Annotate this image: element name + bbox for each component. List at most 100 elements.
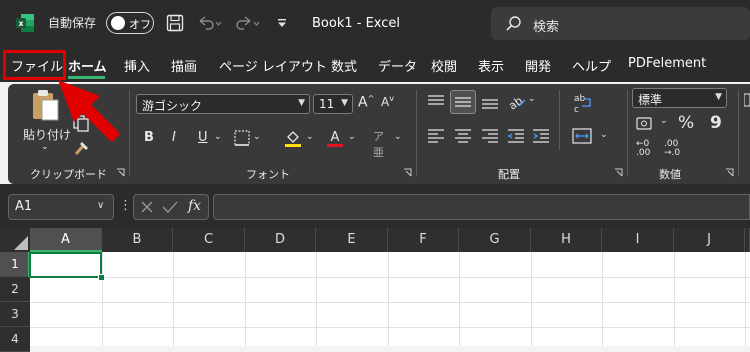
accounting-dropdown-icon[interactable]: ⌄	[660, 116, 668, 126]
redo-icon[interactable]	[234, 14, 260, 32]
font-color-icon[interactable]: A	[326, 128, 344, 148]
autosave-toggle[interactable]: オフ	[106, 12, 154, 34]
cancel-icon[interactable]	[140, 200, 154, 214]
increase-decimal-icon[interactable]: ←0.00	[636, 140, 650, 158]
column-header[interactable]: D	[245, 228, 316, 252]
number-launcher-icon[interactable]	[725, 168, 734, 177]
fill-color-dropdown-icon[interactable]: ⌄	[306, 132, 314, 142]
column-header[interactable]: A	[30, 228, 102, 252]
row-header[interactable]: 1	[0, 252, 30, 277]
tab-review[interactable]: 校閲	[431, 56, 457, 75]
italic-button[interactable]: I	[172, 130, 176, 145]
column-header[interactable]: B	[102, 228, 173, 252]
column-header[interactable]: H	[531, 228, 602, 252]
paste-dropdown-icon[interactable]: ⌄	[41, 142, 49, 152]
insert-function-button[interactable]: fx	[188, 198, 201, 214]
align-right-icon[interactable]	[481, 128, 499, 144]
active-cell-a1[interactable]	[29, 252, 102, 278]
row-header[interactable]: 4	[0, 327, 30, 352]
group-separator	[129, 90, 130, 176]
group-separator	[738, 90, 739, 176]
increase-font-size-icon[interactable]: A^	[358, 94, 374, 111]
search-placeholder: 検索	[533, 20, 560, 35]
worksheet-grid[interactable]: A B C D E F G H I J 1 2 3 4	[0, 228, 750, 352]
customize-quick-access-icon[interactable]	[276, 16, 288, 30]
title-bar: x 自動保存 オフ Book1 - Excel 検索	[0, 0, 750, 48]
enter-icon[interactable]	[162, 200, 178, 214]
gridline	[245, 252, 246, 346]
underline-button[interactable]: U	[198, 130, 208, 145]
phonetic-dropdown-icon[interactable]: ⌄	[394, 132, 402, 142]
tab-home[interactable]: ホーム	[68, 56, 107, 75]
number-format-combo[interactable]: 標準 ▼	[632, 88, 727, 108]
align-left-icon[interactable]	[427, 128, 445, 144]
tab-data[interactable]: データ	[378, 56, 417, 75]
gridline	[30, 302, 750, 303]
merge-dropdown-icon[interactable]: ⌄	[600, 130, 608, 140]
next-group-icon[interactable]	[744, 92, 750, 108]
gridline	[602, 252, 603, 346]
orientation-icon[interactable]: ab	[505, 92, 527, 112]
tab-insert[interactable]: 挿入	[124, 56, 150, 75]
font-color-dropdown-icon[interactable]: ⌄	[348, 132, 356, 142]
underline-dropdown-icon[interactable]: ⌄	[214, 132, 222, 142]
font-launcher-icon[interactable]	[403, 168, 412, 177]
orientation-dropdown-icon[interactable]: ⌄	[528, 94, 536, 104]
tab-view[interactable]: 表示	[478, 56, 504, 75]
undo-icon[interactable]	[196, 14, 222, 32]
tab-formulas[interactable]: 数式	[331, 56, 357, 75]
gridline	[388, 252, 389, 346]
tab-help[interactable]: ヘルプ	[572, 56, 611, 75]
select-all-corner[interactable]	[0, 228, 30, 252]
more-options-icon[interactable]: ⋮	[119, 198, 132, 213]
tab-page-layout[interactable]: ページ レイアウト	[219, 56, 327, 75]
clipboard-launcher-icon[interactable]	[116, 168, 125, 177]
tab-pdfelement[interactable]: PDFelement	[628, 56, 706, 71]
fill-color-icon[interactable]	[284, 128, 302, 148]
borders-icon[interactable]	[234, 130, 250, 146]
formula-input[interactable]	[213, 194, 750, 220]
align-middle-button[interactable]	[450, 90, 476, 114]
name-box[interactable]: A1 ∨	[8, 194, 114, 220]
bold-button[interactable]: B	[144, 130, 154, 145]
decrease-font-size-icon[interactable]: Av	[381, 94, 394, 109]
column-header[interactable]: I	[602, 228, 674, 252]
align-center-icon[interactable]	[454, 128, 472, 144]
gridline	[30, 277, 750, 278]
font-name-value: 游ゴシック	[142, 99, 203, 113]
phonetic-guide-icon[interactable]: ア亜	[373, 128, 384, 160]
search-box[interactable]: 検索	[491, 7, 750, 40]
alignment-launcher-icon[interactable]	[614, 168, 623, 177]
gridline	[531, 252, 532, 346]
tab-developer[interactable]: 開発	[525, 56, 551, 75]
comma-style-button[interactable]: 9	[710, 113, 722, 133]
column-header[interactable]: F	[388, 228, 459, 252]
row-header[interactable]: 3	[0, 302, 30, 327]
number-group-label: 数値	[659, 168, 681, 181]
borders-dropdown-icon[interactable]: ⌄	[253, 132, 261, 142]
column-header[interactable]: J	[674, 228, 745, 252]
chevron-down-icon[interactable]: ∨	[97, 200, 104, 211]
formula-bar: A1 ∨ ⋮ fx	[0, 184, 750, 228]
tab-draw[interactable]: 描画	[171, 56, 197, 75]
percent-style-button[interactable]: %	[678, 113, 694, 133]
row-header[interactable]: 2	[0, 277, 30, 302]
svg-text:ab: ab	[574, 94, 586, 104]
font-size-combo[interactable]: 11 ▼	[313, 94, 353, 114]
column-header[interactable]: E	[316, 228, 388, 252]
font-name-combo[interactable]: 游ゴシック ▼	[136, 94, 310, 114]
increase-indent-icon[interactable]	[532, 128, 550, 144]
column-header[interactable]: G	[459, 228, 531, 252]
align-bottom-icon[interactable]	[481, 94, 499, 110]
accounting-format-icon[interactable]	[636, 116, 658, 132]
merge-center-icon[interactable]	[572, 128, 592, 144]
fill-handle[interactable]	[98, 274, 105, 281]
column-header-partial[interactable]	[745, 228, 750, 252]
column-header[interactable]: C	[173, 228, 245, 252]
save-icon[interactable]	[166, 14, 184, 32]
annotation-arrow	[58, 80, 121, 143]
align-top-icon[interactable]	[427, 94, 445, 110]
wrap-text-icon[interactable]: ab c	[572, 92, 594, 114]
decrease-indent-icon[interactable]	[507, 128, 525, 144]
decrease-decimal-icon[interactable]: .00 →.0	[664, 140, 680, 158]
